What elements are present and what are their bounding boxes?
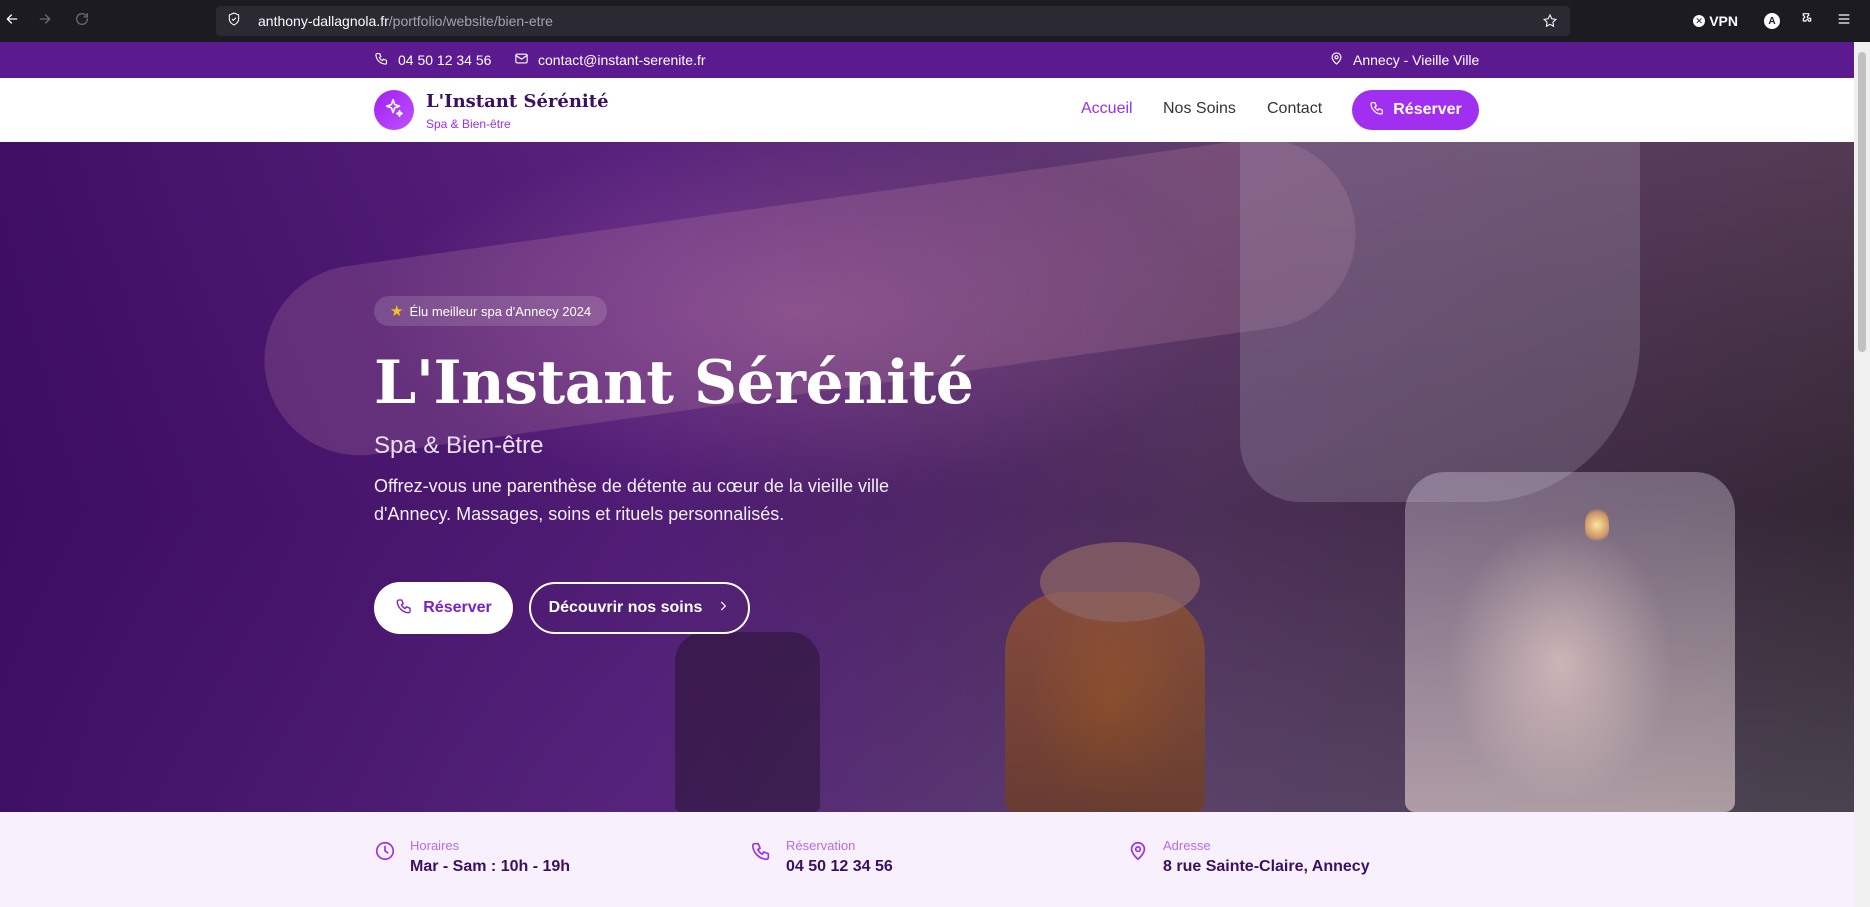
vpn-button[interactable]: ✕ VPN bbox=[1693, 13, 1738, 29]
award-badge-text: Élu meilleur spa d'Annecy 2024 bbox=[409, 303, 592, 319]
vpn-icon: ✕ bbox=[1693, 15, 1706, 27]
hero-reserve-label: Réserver bbox=[423, 599, 492, 616]
star-icon: ★ bbox=[390, 303, 404, 320]
discover-treatments-label: Découvrir nos soins bbox=[548, 599, 703, 616]
topbar-phone-text: 04 50 12 34 56 bbox=[398, 52, 492, 68]
account-icon: A bbox=[1764, 13, 1780, 29]
clock-icon bbox=[374, 840, 396, 867]
discover-treatments-button[interactable]: Découvrir nos soins bbox=[529, 582, 750, 634]
browser-toolbar: anthony-dallagnola.fr/portfolio/website/… bbox=[0, 0, 1870, 42]
vpn-label: VPN bbox=[1709, 13, 1738, 29]
chevron-right-icon bbox=[702, 599, 730, 618]
hero-bg-jar bbox=[1005, 592, 1205, 812]
hero-section: ★ Élu meilleur spa d'Annecy 2024 L'Insta… bbox=[0, 142, 1854, 812]
topbar-location-text: Annecy - Vieille Ville bbox=[1353, 52, 1480, 68]
nav-accueil[interactable]: Accueil bbox=[1081, 100, 1133, 118]
account-button[interactable]: A bbox=[1762, 11, 1782, 31]
info-address-value: 8 rue Sainte-Claire, Annecy bbox=[1163, 858, 1370, 875]
extensions-icon bbox=[1800, 11, 1816, 32]
hero-bg-bottle bbox=[675, 632, 820, 812]
back-button[interactable] bbox=[0, 9, 24, 33]
phone-icon bbox=[374, 51, 398, 69]
nav-contact[interactable]: Contact bbox=[1267, 100, 1322, 118]
header-reserve-label: Réserver bbox=[1393, 101, 1462, 118]
hero-title: L'Instant Sérénité bbox=[374, 348, 974, 418]
brand-name[interactable]: L'Instant Sérénité bbox=[426, 91, 609, 112]
phone-icon bbox=[1369, 100, 1393, 121]
award-badge: ★ Élu meilleur spa d'Annecy 2024 bbox=[374, 296, 608, 326]
shield-icon bbox=[226, 11, 242, 32]
hero-description: Offrez-vous une parenthèse de détente au… bbox=[374, 476, 889, 524]
hero-bg-cork bbox=[1040, 542, 1200, 622]
forward-icon bbox=[37, 11, 53, 32]
reload-button[interactable] bbox=[70, 9, 94, 33]
bookmark-star-icon[interactable] bbox=[1542, 13, 1558, 34]
hero-bg-flame bbox=[1585, 507, 1609, 543]
forward-button[interactable] bbox=[33, 9, 57, 33]
hero-bg-candle bbox=[1405, 472, 1735, 812]
header-reserve-button[interactable]: Réserver bbox=[1352, 90, 1479, 130]
topbar-email-text: contact@instant-serenite.fr bbox=[538, 52, 706, 68]
phone-icon bbox=[395, 597, 423, 620]
extensions-button[interactable] bbox=[1798, 11, 1818, 31]
nav-nos-soins[interactable]: Nos Soins bbox=[1163, 100, 1236, 118]
scrollbar-thumb[interactable] bbox=[1858, 52, 1866, 352]
topbar-email[interactable]: contact@instant-serenite.fr bbox=[514, 42, 706, 78]
logo[interactable] bbox=[374, 90, 414, 130]
map-pin-icon bbox=[1329, 51, 1353, 69]
brand-subtitle: Spa & Bien-être bbox=[426, 117, 511, 131]
hero-subtitle: Spa & Bien-être bbox=[374, 432, 544, 459]
sparkles-icon bbox=[383, 97, 405, 124]
site-header: L'Instant Sérénité Spa & Bien-être Accue… bbox=[0, 78, 1854, 142]
topbar-location: Annecy - Vieille Ville bbox=[1329, 42, 1479, 78]
address-bar[interactable]: anthony-dallagnola.fr/portfolio/website/… bbox=[216, 6, 1570, 36]
phone-icon bbox=[750, 840, 772, 867]
map-pin-icon bbox=[1127, 840, 1149, 867]
menu-icon bbox=[1836, 11, 1852, 32]
info-address-label: Adresse bbox=[1163, 838, 1211, 853]
back-icon bbox=[4, 11, 20, 32]
hero-reserve-button[interactable]: Réserver bbox=[374, 582, 513, 634]
reload-icon bbox=[74, 11, 90, 32]
page-viewport: 04 50 12 34 56 contact@instant-serenite.… bbox=[0, 42, 1854, 907]
info-booking-value: 04 50 12 34 56 bbox=[786, 858, 893, 875]
url-text: anthony-dallagnola.fr/portfolio/website/… bbox=[258, 13, 553, 29]
mail-icon bbox=[514, 51, 538, 69]
info-hours-value: Mar - Sam : 10h - 19h bbox=[410, 858, 571, 875]
topbar-phone[interactable]: 04 50 12 34 56 bbox=[374, 42, 491, 78]
hero-bg-cloth bbox=[1240, 142, 1640, 502]
info-hours-label: Horaires bbox=[410, 838, 460, 853]
url-path: /portfolio/website/bien-etre bbox=[388, 13, 553, 29]
menu-button[interactable] bbox=[1834, 11, 1854, 31]
page-scrollbar[interactable] bbox=[1854, 42, 1870, 907]
top-info-bar: 04 50 12 34 56 contact@instant-serenite.… bbox=[0, 42, 1854, 78]
info-booking-label: Réservation bbox=[786, 838, 856, 853]
info-strip: Horaires Mar - Sam : 10h - 19h Réservati… bbox=[0, 812, 1854, 907]
url-host: anthony-dallagnola.fr bbox=[258, 13, 389, 29]
